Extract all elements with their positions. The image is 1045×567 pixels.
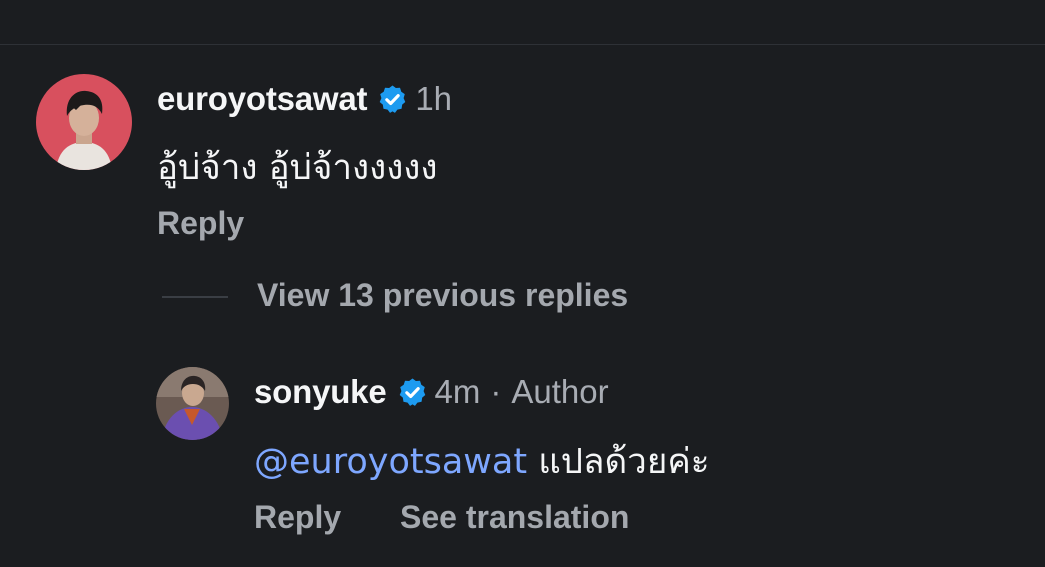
- comment-time: 1h: [415, 80, 453, 117]
- meta-separator: ·: [490, 373, 502, 410]
- reply-button[interactable]: Reply: [157, 205, 244, 242]
- author-badge: Author: [511, 373, 609, 410]
- comment-text: อู้บ่จ้าง อู้บ่จ้างงงงง: [157, 148, 438, 188]
- replies-divider-line: [162, 296, 228, 298]
- username[interactable]: euroyotsawat: [157, 80, 368, 118]
- mention-link[interactable]: @euroyotsawat: [254, 442, 527, 482]
- comments-panel: euroyotsawat 1h อู้บ่จ้าง อู้บ่จ้างงงงง …: [0, 0, 1045, 567]
- view-previous-replies-button[interactable]: View 13 previous replies: [257, 277, 628, 314]
- top-divider: [0, 44, 1045, 45]
- see-translation-button[interactable]: See translation: [400, 499, 629, 536]
- verified-badge-icon: [397, 377, 428, 408]
- reply-text-body: แปลด้วยค่ะ: [527, 442, 710, 482]
- verified-badge-icon: [377, 84, 408, 115]
- reply-text: @euroyotsawat แปลด้วยค่ะ: [254, 434, 710, 489]
- reply-button[interactable]: Reply: [254, 499, 341, 536]
- reply-header: sonyuke 4m · Author: [254, 372, 609, 412]
- username[interactable]: sonyuke: [254, 373, 387, 411]
- avatar-euroyotsawat[interactable]: [36, 74, 132, 170]
- comment-header: euroyotsawat 1h: [157, 78, 452, 120]
- reply-time: 4m: [434, 373, 481, 410]
- avatar-sonyuke[interactable]: [156, 367, 229, 440]
